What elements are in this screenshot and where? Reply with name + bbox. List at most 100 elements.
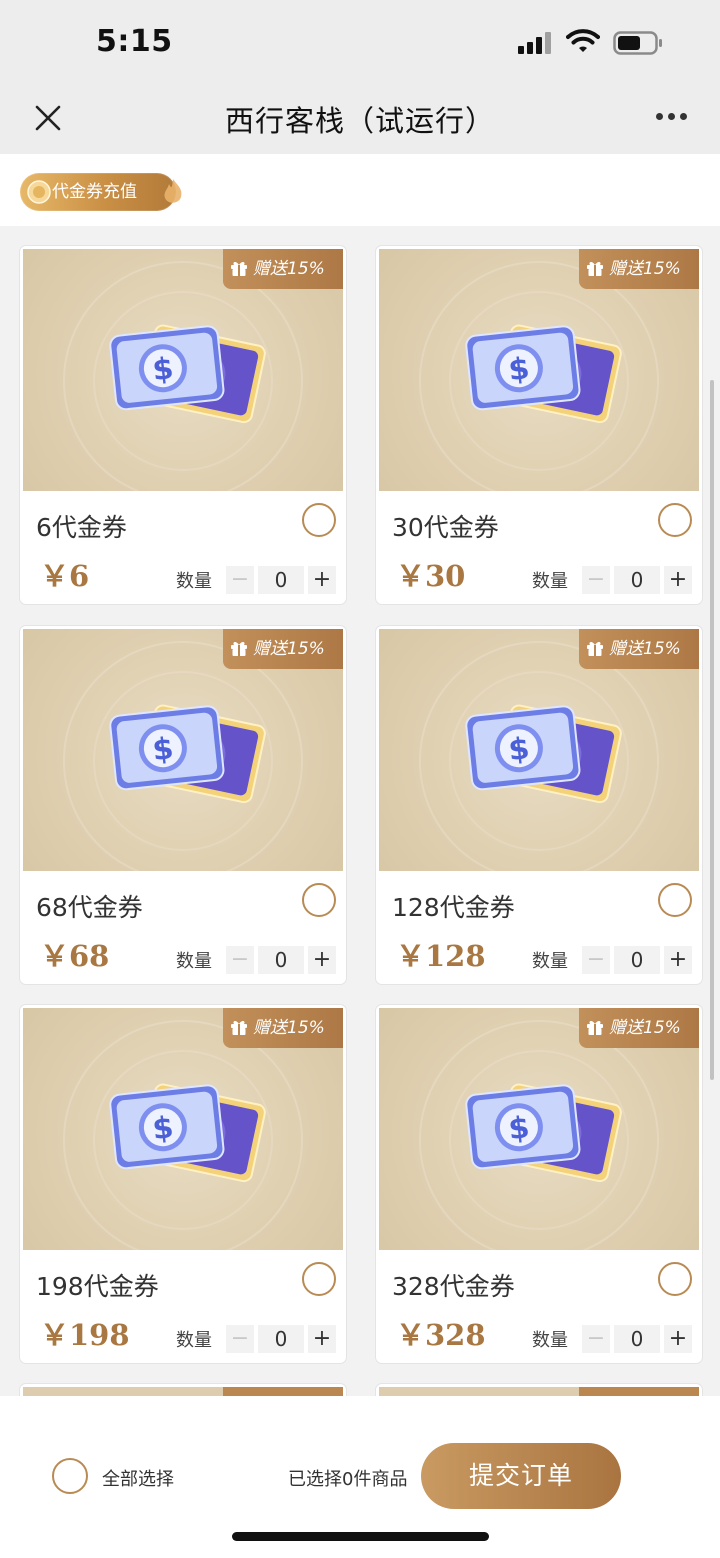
quantity-increment-button[interactable]: + — [664, 1325, 692, 1353]
product-price: ￥30 — [396, 559, 466, 593]
more-icon[interactable] — [652, 110, 692, 124]
product-select-radio[interactable] — [302, 883, 336, 917]
quantity-increment-button[interactable]: + — [308, 566, 336, 594]
bonus-badge: 赠送15% — [579, 629, 699, 669]
flame-icon — [164, 179, 182, 203]
submit-order-button[interactable]: 提交订单 — [421, 1443, 621, 1509]
svg-text:$: $ — [151, 1110, 175, 1147]
quantity-value[interactable]: 0 — [258, 946, 304, 974]
home-indicator — [232, 1532, 489, 1541]
product-price: ￥198 — [40, 1318, 130, 1352]
product-name: 128代金券 — [392, 893, 515, 922]
bonus-badge: 赠送15% — [579, 1008, 699, 1048]
gift-icon — [231, 261, 247, 276]
product-card[interactable]: $ 赠送15% 30代金券 ￥30 数量 − 0 + — [376, 246, 702, 604]
product-select-radio[interactable] — [658, 883, 692, 917]
quantity-increment-button[interactable]: + — [308, 1325, 336, 1353]
quantity-value[interactable]: 0 — [258, 1325, 304, 1353]
quantity-increment-button[interactable]: + — [664, 946, 692, 974]
voucher-icon: $ — [465, 1083, 622, 1183]
wifi-icon — [566, 29, 600, 52]
svg-text:$: $ — [507, 1110, 531, 1147]
app-screen: 5:15 西行客栈（试运行） 代金券充值 $ 赠送15% 6代金券 ￥6 数量 … — [0, 0, 720, 1558]
quantity-value[interactable]: 0 — [614, 566, 660, 594]
status-time: 5:15 — [96, 24, 173, 59]
signal-icon — [518, 32, 552, 54]
quantity-value[interactable]: 0 — [258, 566, 304, 594]
coin-icon — [27, 180, 51, 204]
category-band: 代金券充值 — [0, 154, 720, 226]
svg-text:$: $ — [151, 731, 175, 768]
product-card-peek — [20, 1384, 346, 1396]
quantity-label: 数量 — [532, 571, 568, 592]
select-all-radio[interactable] — [52, 1458, 88, 1494]
quantity-value[interactable]: 0 — [614, 1325, 660, 1353]
bottom-bar: 全部选择 已选择0件商品 提交订单 — [0, 1396, 720, 1558]
product-image: $ 赠送15% — [379, 629, 699, 871]
product-select-radio[interactable] — [658, 1262, 692, 1296]
bonus-badge: 赠送15% — [579, 249, 699, 289]
voucher-icon: $ — [465, 324, 622, 424]
product-image: $ 赠送15% — [23, 1008, 343, 1250]
category-tab-voucher-recharge[interactable]: 代金券充值 — [20, 173, 182, 211]
svg-text:$: $ — [507, 731, 531, 768]
quantity-label: 数量 — [532, 1330, 568, 1351]
product-select-radio[interactable] — [658, 503, 692, 537]
bonus-badge-label: 赠送15% — [253, 259, 325, 279]
quantity-decrement-button[interactable]: − — [226, 1325, 254, 1353]
product-name: 198代金券 — [36, 1272, 159, 1301]
product-card[interactable]: $ 赠送15% 198代金券 ￥198 数量 − 0 + — [20, 1005, 346, 1363]
product-name: 30代金券 — [392, 513, 499, 542]
gift-icon — [231, 1020, 247, 1035]
product-name: 328代金券 — [392, 1272, 515, 1301]
page-title: 西行客栈（试运行） — [224, 104, 495, 138]
gift-icon — [587, 1020, 603, 1035]
product-card-peek — [376, 1384, 702, 1396]
quantity-label: 数量 — [176, 951, 212, 972]
bonus-badge: 赠送15% — [223, 249, 343, 289]
bonus-badge-label: 赠送15% — [253, 1018, 325, 1038]
product-name: 6代金券 — [36, 513, 127, 542]
quantity-decrement-button[interactable]: − — [582, 946, 610, 974]
quantity-decrement-button[interactable]: − — [226, 566, 254, 594]
product-image: $ 赠送15% — [379, 249, 699, 491]
product-card[interactable]: $ 赠送15% 68代金券 ￥68 数量 − 0 + — [20, 626, 346, 984]
quantity-decrement-button[interactable]: − — [582, 566, 610, 594]
quantity-label: 数量 — [176, 1330, 212, 1351]
product-select-radio[interactable] — [302, 1262, 336, 1296]
voucher-icon: $ — [109, 1083, 266, 1183]
product-card[interactable]: $ 赠送15% 6代金券 ￥6 数量 − 0 + — [20, 246, 346, 604]
nav-bar: 西行客栈（试运行） — [0, 86, 720, 154]
bonus-badge: 赠送15% — [223, 629, 343, 669]
bonus-badge-label: 赠送15% — [609, 1018, 681, 1038]
scrollbar[interactable] — [710, 380, 714, 1080]
quantity-value[interactable]: 0 — [614, 946, 660, 974]
product-card[interactable]: $ 赠送15% 328代金券 ￥328 数量 − 0 + — [376, 1005, 702, 1363]
quantity-decrement-button[interactable]: − — [226, 946, 254, 974]
product-price: ￥68 — [40, 939, 110, 973]
bonus-badge: 赠送15% — [223, 1008, 343, 1048]
product-card[interactable]: $ 赠送15% 128代金券 ￥128 数量 − 0 + — [376, 626, 702, 984]
gift-icon — [587, 641, 603, 656]
quantity-decrement-button[interactable]: − — [582, 1325, 610, 1353]
svg-text:$: $ — [507, 351, 531, 388]
quantity-label: 数量 — [176, 571, 212, 592]
product-image: $ 赠送15% — [23, 249, 343, 491]
product-price: ￥328 — [396, 1318, 486, 1352]
product-image: $ 赠送15% — [379, 1008, 699, 1250]
product-select-radio[interactable] — [302, 503, 336, 537]
product-name: 68代金券 — [36, 893, 143, 922]
bonus-badge-label: 赠送15% — [609, 259, 681, 279]
svg-text:$: $ — [151, 351, 175, 388]
select-all-label[interactable]: 全部选择 — [102, 1465, 174, 1491]
status-bar: 5:15 — [0, 0, 720, 86]
quantity-label: 数量 — [532, 951, 568, 972]
product-price: ￥6 — [40, 559, 90, 593]
battery-icon — [613, 31, 662, 55]
quantity-increment-button[interactable]: + — [308, 946, 336, 974]
gift-icon — [231, 641, 247, 656]
quantity-increment-button[interactable]: + — [664, 566, 692, 594]
voucher-icon: $ — [109, 704, 266, 804]
voucher-icon: $ — [109, 324, 266, 424]
voucher-icon: $ — [465, 704, 622, 804]
